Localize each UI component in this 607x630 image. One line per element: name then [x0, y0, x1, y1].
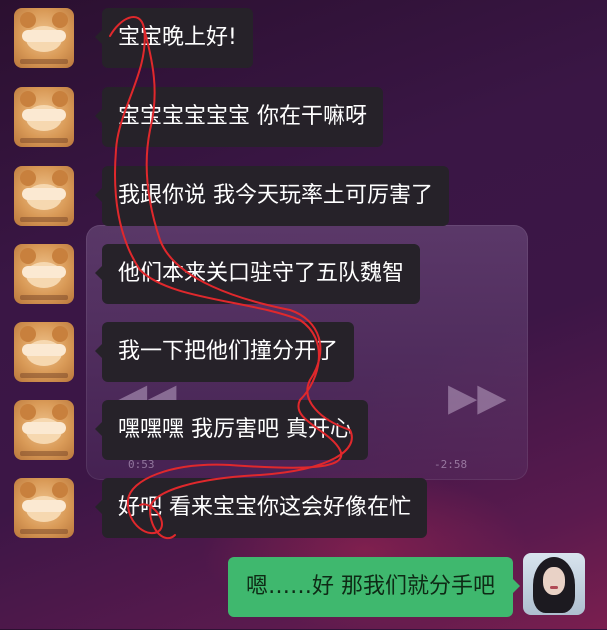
red-annotation-scribble — [109, 16, 353, 540]
